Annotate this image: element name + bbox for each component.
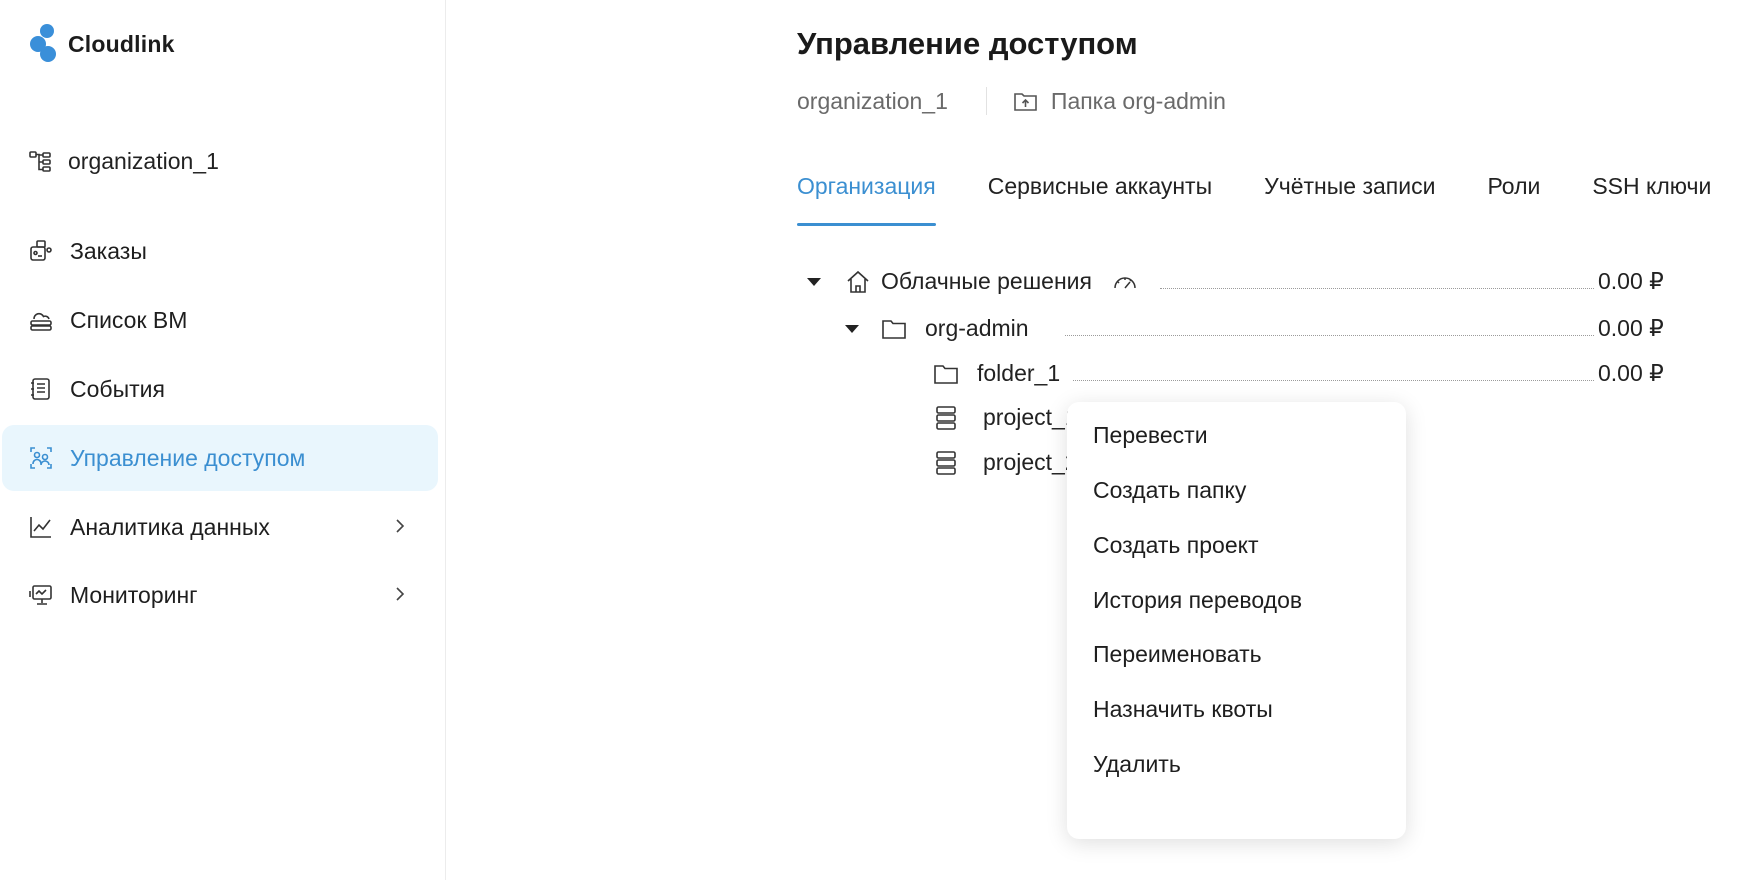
tree-node-label: org-admin bbox=[925, 315, 1029, 341]
tree-node-price: 0.00 ₽ bbox=[1598, 315, 1664, 341]
analytics-icon bbox=[28, 514, 54, 540]
breadcrumb-folder-label: Папка org-admin bbox=[1050, 87, 1226, 114]
sidebar-item-label: Аналитика данных bbox=[70, 513, 270, 540]
sidebar-item-access[interactable]: Управление доступом bbox=[2, 425, 438, 491]
sidebar: Cloudlink organization_1 Заказы Список В… bbox=[0, 0, 446, 880]
tree-row-folder-1[interactable]: folder_1 bbox=[933, 360, 1060, 387]
orders-icon bbox=[28, 238, 54, 264]
sidebar-item-monitoring[interactable]: Мониторинг bbox=[2, 562, 438, 628]
breadcrumb-folder[interactable]: Папка org-admin bbox=[1013, 88, 1226, 115]
sidebar-item-events[interactable]: События bbox=[2, 356, 438, 422]
tree-leader-dots bbox=[1073, 380, 1594, 381]
context-menu: Перевести Создать папку Создать проект И… bbox=[1067, 402, 1406, 839]
events-icon bbox=[28, 376, 54, 402]
access-icon bbox=[28, 445, 54, 471]
tree-node-label: folder_1 bbox=[977, 360, 1061, 386]
brand-name: Cloudlink bbox=[68, 30, 175, 57]
menu-item-create-folder[interactable]: Создать папку bbox=[1093, 477, 1246, 504]
tree-node-label: Облачные решения bbox=[881, 268, 1092, 294]
organization-selector[interactable]: organization_1 bbox=[28, 148, 219, 175]
tab-organization[interactable]: Организация bbox=[797, 170, 936, 226]
home-icon bbox=[847, 270, 869, 293]
breadcrumb-divider bbox=[985, 87, 987, 115]
server-icon bbox=[936, 450, 956, 475]
folder-icon bbox=[882, 319, 906, 339]
sidebar-item-vm-list[interactable]: Список ВМ bbox=[2, 287, 438, 353]
chevron-right-icon bbox=[396, 519, 405, 533]
caret-down-icon[interactable] bbox=[807, 277, 821, 286]
menu-item-rename[interactable]: Переименовать bbox=[1093, 641, 1262, 668]
sidebar-item-orders[interactable]: Заказы bbox=[2, 218, 438, 284]
breadcrumb-org[interactable]: organization_1 bbox=[797, 88, 948, 115]
sidebar-item-label: Список ВМ bbox=[70, 306, 188, 333]
sidebar-item-label: Управление доступом bbox=[70, 444, 306, 471]
folder-upload-icon bbox=[1014, 93, 1037, 111]
cloud-vm-icon bbox=[28, 307, 54, 333]
tree-leader-dots bbox=[1160, 288, 1594, 289]
speedometer-icon[interactable] bbox=[1112, 272, 1138, 292]
server-icon bbox=[936, 405, 956, 430]
org-tree-icon bbox=[28, 149, 54, 175]
menu-item-transfer-history[interactable]: История переводов bbox=[1093, 587, 1302, 614]
tree-node-price: 0.00 ₽ bbox=[1598, 268, 1664, 294]
tab-ssh-keys[interactable]: SSH ключи bbox=[1592, 170, 1711, 226]
brand-logo[interactable]: Cloudlink bbox=[26, 24, 175, 64]
tab-roles[interactable]: Роли bbox=[1487, 170, 1540, 226]
folder-icon bbox=[934, 364, 958, 384]
tree-row-project-1[interactable]: project_1 bbox=[935, 404, 1078, 431]
tree-node-price: 0.00 ₽ bbox=[1598, 360, 1664, 386]
page-title: Управление доступом bbox=[797, 26, 1138, 61]
sidebar-item-label: Мониторинг bbox=[70, 581, 198, 608]
menu-item-create-project[interactable]: Создать проект bbox=[1093, 532, 1258, 559]
menu-item-assign-quotas[interactable]: Назначить квоты bbox=[1093, 696, 1273, 723]
tree-node-label: project_2 bbox=[983, 449, 1078, 475]
menu-item-delete[interactable]: Удалить bbox=[1093, 751, 1181, 778]
tree-node-label: project_1 bbox=[983, 404, 1078, 430]
cloudlink-logo-icon bbox=[26, 24, 60, 64]
tree-row-org-admin[interactable]: org-admin bbox=[845, 315, 1029, 342]
tab-accounts[interactable]: Учётные записи bbox=[1264, 170, 1435, 226]
breadcrumb: organization_1 Папка org-admin bbox=[797, 87, 1226, 115]
tree-leader-dots bbox=[1065, 335, 1594, 336]
caret-down-icon[interactable] bbox=[845, 324, 859, 333]
monitoring-icon bbox=[28, 582, 54, 608]
sidebar-item-label: События bbox=[70, 375, 165, 402]
tree-row-root[interactable]: Облачные решения bbox=[807, 268, 1138, 295]
chevron-right-icon bbox=[396, 587, 405, 601]
organization-name: organization_1 bbox=[68, 148, 219, 174]
tab-service-accounts[interactable]: Сервисные аккаунты bbox=[988, 170, 1212, 226]
tree-row-project-2[interactable]: project_2 bbox=[935, 449, 1078, 476]
sidebar-item-analytics[interactable]: Аналитика данных bbox=[2, 494, 438, 560]
menu-item-transfer[interactable]: Перевести bbox=[1093, 422, 1208, 449]
sidebar-item-label: Заказы bbox=[70, 237, 147, 264]
tab-bar: Организация Сервисные аккаунты Учётные з… bbox=[797, 170, 1711, 226]
